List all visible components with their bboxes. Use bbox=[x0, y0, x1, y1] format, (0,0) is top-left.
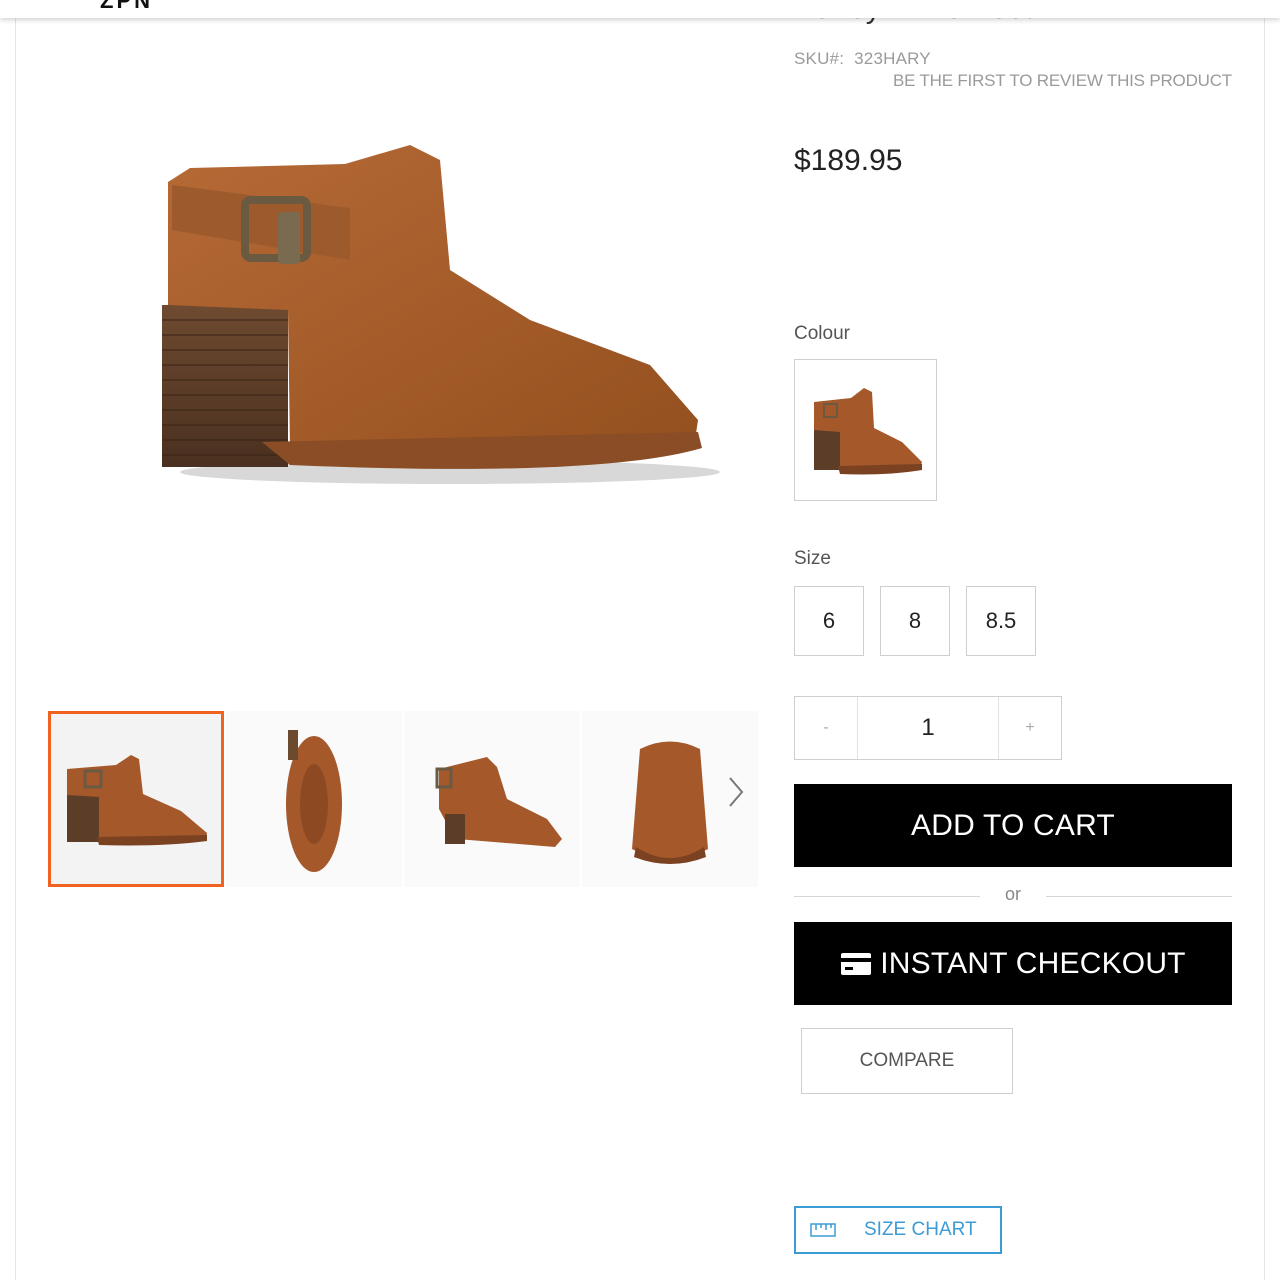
site-logo[interactable]: ZPN bbox=[100, 0, 153, 14]
colour-label: Colour bbox=[794, 323, 850, 344]
add-to-cart-label: ADD TO CART bbox=[911, 808, 1115, 842]
sku-label: SKU#: bbox=[794, 49, 845, 68]
size-chart-button[interactable]: SIZE CHART bbox=[794, 1206, 1002, 1254]
ruler-icon bbox=[810, 1223, 836, 1237]
instant-checkout-button[interactable]: INSTANT CHECKOUT bbox=[794, 922, 1232, 1005]
chevron-right-icon bbox=[729, 777, 744, 807]
quantity-stepper: - 1 + bbox=[794, 696, 1062, 760]
compare-button[interactable]: COMPARE bbox=[801, 1028, 1013, 1094]
quantity-increase-button[interactable]: + bbox=[999, 697, 1061, 759]
thumbnail-2[interactable] bbox=[226, 711, 402, 887]
size-option-6[interactable]: 6 bbox=[794, 586, 864, 656]
credit-card-icon bbox=[841, 952, 872, 975]
quantity-decrease-button[interactable]: - bbox=[795, 697, 857, 759]
product-price: $189.95 bbox=[794, 144, 903, 177]
size-option-8-5[interactable]: 8.5 bbox=[966, 586, 1036, 656]
main-product-image[interactable] bbox=[150, 120, 730, 510]
sku-value: 323HARY bbox=[854, 49, 931, 68]
size-label: Size bbox=[794, 548, 831, 569]
size-chart-label: SIZE CHART bbox=[864, 1219, 977, 1240]
sku-line: SKU#: 323HARY bbox=[794, 49, 931, 69]
thumbnail-1[interactable] bbox=[48, 711, 224, 887]
or-divider: or bbox=[794, 878, 1232, 912]
quantity-input[interactable]: 1 bbox=[857, 697, 999, 759]
colour-swatch[interactable] bbox=[794, 359, 937, 501]
add-to-cart-button[interactable]: ADD TO CART bbox=[794, 784, 1232, 867]
compare-label: COMPARE bbox=[859, 1050, 955, 1071]
size-option-8[interactable]: 8 bbox=[880, 586, 950, 656]
divider-line-right bbox=[1046, 896, 1232, 897]
instant-checkout-label: INSTANT CHECKOUT bbox=[880, 946, 1186, 980]
thumbnail-next-button[interactable] bbox=[722, 772, 750, 812]
or-text: or bbox=[1004, 884, 1021, 904]
site-header: ZPN bbox=[0, 0, 1280, 18]
first-review-link[interactable]: BE THE FIRST TO REVIEW THIS PRODUCT bbox=[893, 71, 1232, 91]
thumbnail-3[interactable] bbox=[404, 711, 580, 887]
